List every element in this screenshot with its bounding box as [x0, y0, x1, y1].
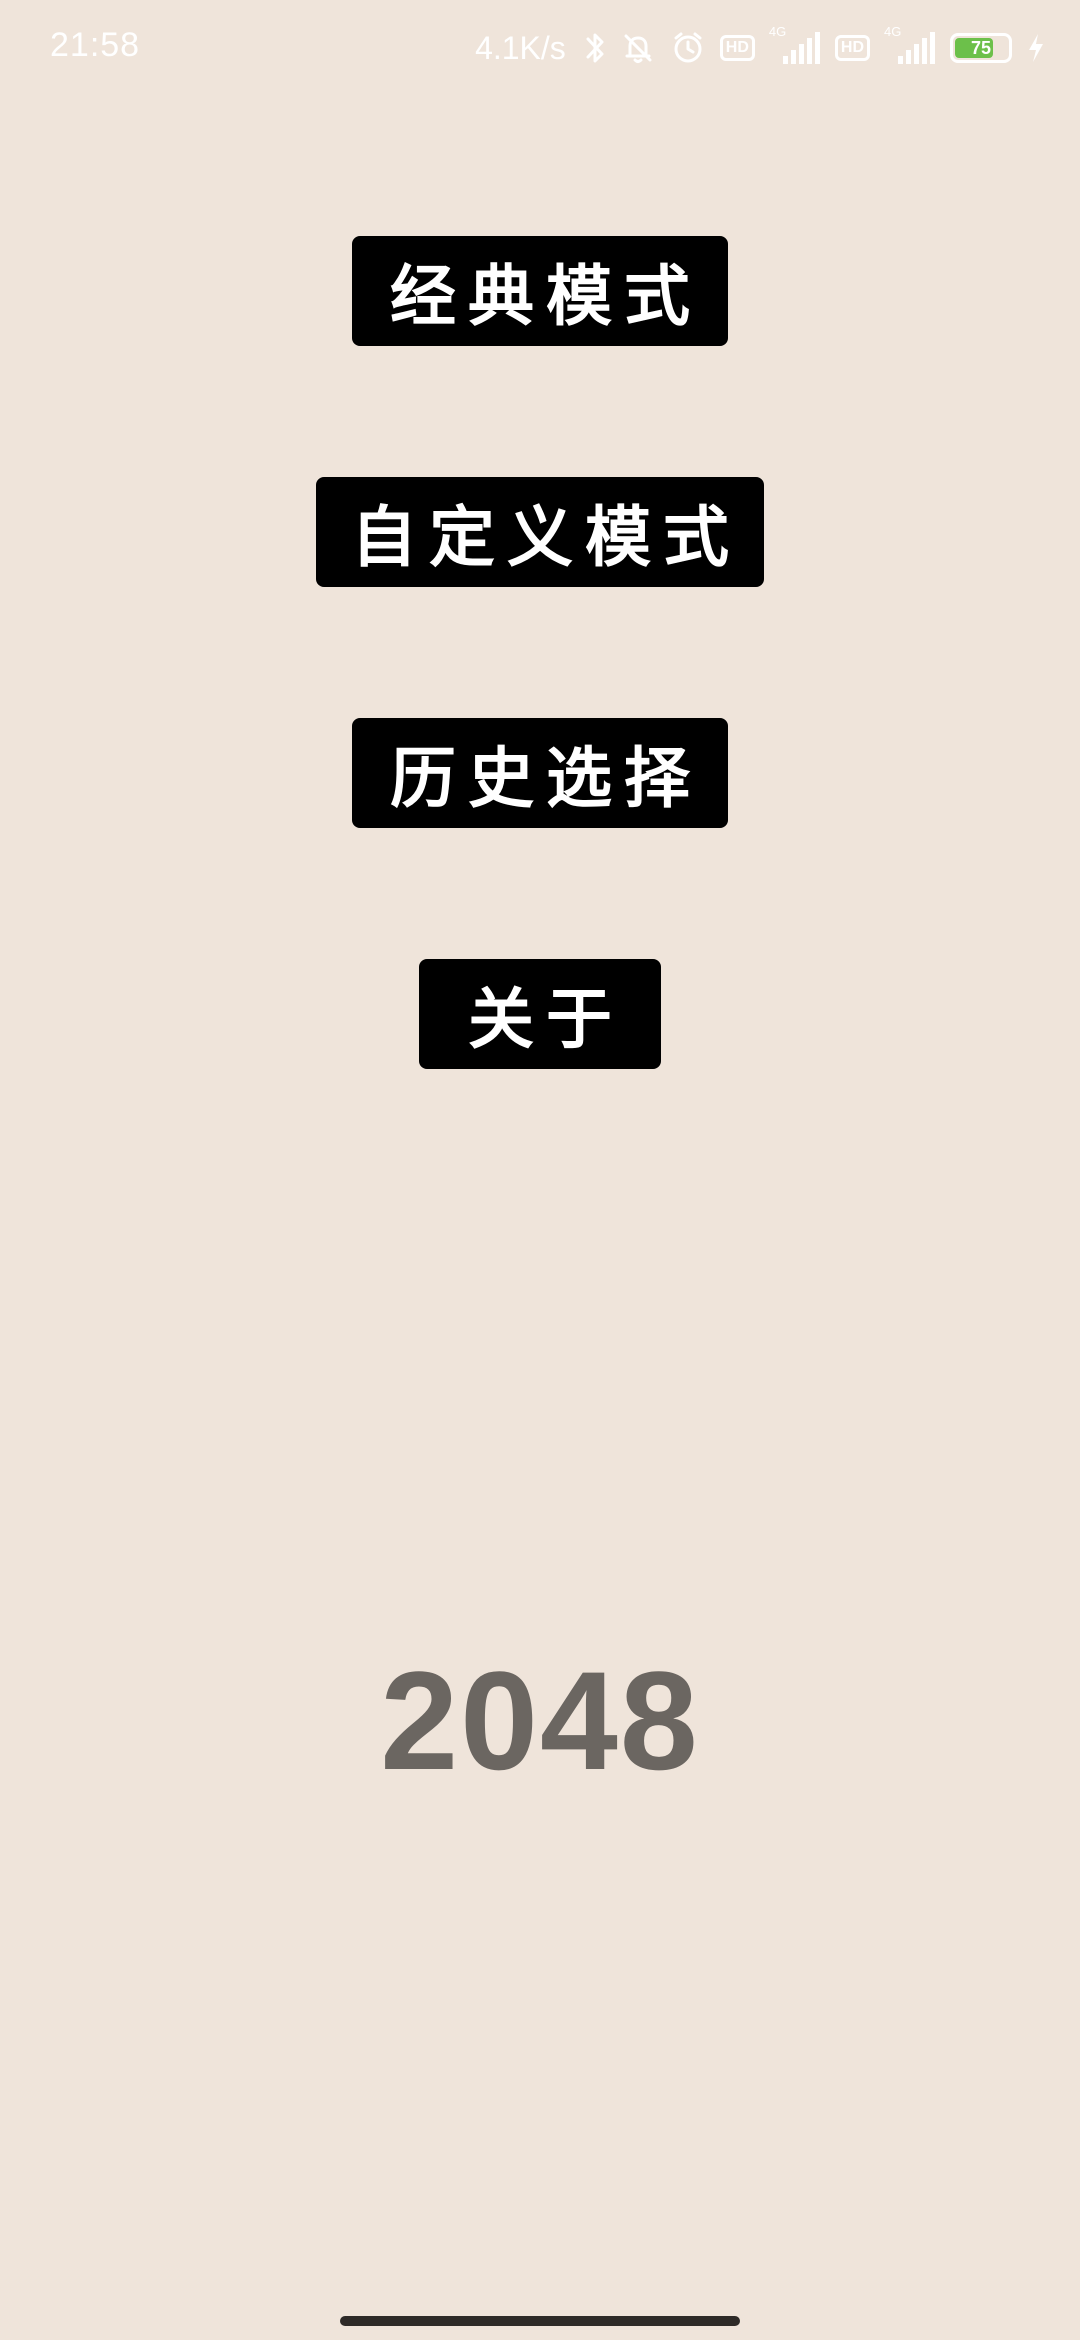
custom-mode-button[interactable]: 自定义模式 [316, 477, 764, 587]
status-icons: 4.1K/s HD 4G HD 4G 75 [475, 24, 1046, 70]
bluetooth-icon [584, 30, 606, 66]
charging-icon [1026, 32, 1046, 64]
game-title: 2048 [380, 1642, 700, 1799]
signal-icon-2: 4G [884, 24, 936, 68]
history-select-button[interactable]: 历史选择 [352, 718, 728, 828]
network-speed: 4.1K/s [475, 29, 566, 66]
alarm-icon [670, 30, 706, 66]
status-time: 21:58 [50, 26, 141, 64]
hd-icon: HD [719, 35, 755, 61]
status-bar: 21:58 4.1K/s HD 4G HD 4G 75 [0, 0, 1080, 96]
bell-off-icon [620, 30, 656, 66]
battery-level: 75 [970, 38, 992, 58]
battery-icon: 75 [950, 33, 1012, 63]
home-indicator[interactable] [340, 2316, 740, 2326]
battery-body: 75 [950, 33, 1012, 63]
classic-mode-button[interactable]: 经典模式 [352, 236, 728, 346]
about-button[interactable]: 关于 [419, 959, 661, 1069]
signal-icon: 4G [769, 24, 821, 68]
hd-icon-2: HD [834, 35, 870, 61]
